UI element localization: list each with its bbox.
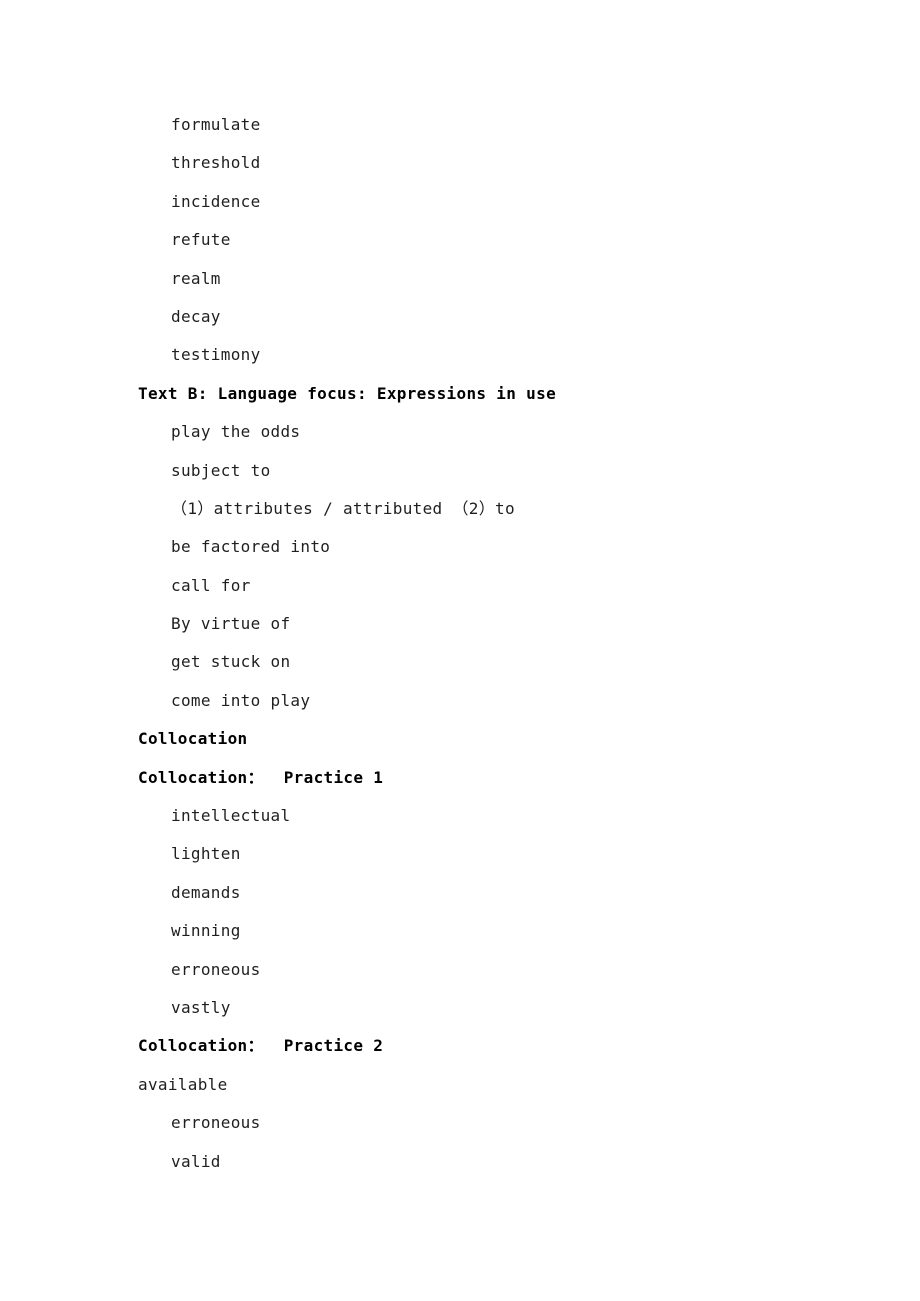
answer-item: be factored into — [171, 537, 331, 557]
answer-item: call for — [171, 575, 251, 595]
answer-item: testimony — [171, 345, 261, 365]
answer-item: decay — [171, 306, 221, 326]
answer-item: valid — [171, 1151, 221, 1171]
answer-item: come into play — [171, 690, 311, 710]
section-heading: Text B: Language focus: Expressions in u… — [138, 383, 557, 403]
section-heading: Collocation： Practice 1 — [138, 767, 384, 787]
answer-item: incidence — [171, 191, 261, 211]
answer-item: available — [138, 1074, 228, 1094]
document-text-body: formulate threshold incidence refute realm de… — [138, 106, 798, 1181]
answer-item: By virtue of — [171, 614, 291, 634]
section-heading: Collocation： Practice 2 — [138, 1036, 384, 1056]
answer-item: intellectual — [171, 806, 291, 826]
answer-item: formulate — [171, 115, 261, 134]
answer-item: get stuck on — [171, 652, 291, 672]
answer-item: lighten — [171, 844, 241, 864]
answer-item: winning — [171, 921, 241, 941]
answer-item: demands — [171, 882, 241, 902]
section-heading: Collocation — [138, 729, 248, 749]
answer-item: erroneous — [171, 1113, 261, 1133]
answer-item: refute — [171, 230, 231, 250]
answer-item: subject to — [171, 460, 271, 480]
document-page: formulate threshold incidence refute realm de… — [0, 0, 920, 1301]
answer-item: （1）attributes / attributed （2）to — [171, 498, 515, 518]
answer-item: play the odds — [171, 422, 301, 442]
answer-item: erroneous — [171, 959, 261, 979]
answer-item: vastly — [171, 997, 231, 1017]
answer-item: threshold — [171, 153, 261, 173]
answer-item: realm — [171, 268, 221, 288]
